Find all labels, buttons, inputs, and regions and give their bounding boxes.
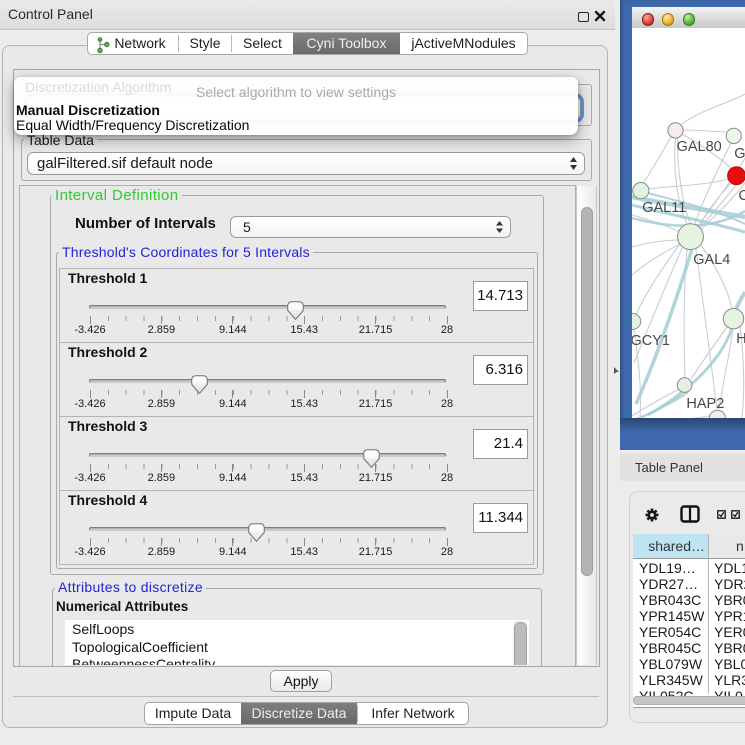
svg-text:GAL11: GAL11 [642,200,686,216]
svg-text:GAL80: GAL80 [677,139,722,155]
svg-text:HAP2: HAP2 [686,396,724,412]
svg-text:H: H [736,331,745,347]
svg-text:GAL4: GAL4 [693,252,730,268]
svg-text:C: C [738,188,745,204]
svg-text:GCY1: GCY1 [632,333,670,349]
svg-text:GA: GA [734,146,745,162]
